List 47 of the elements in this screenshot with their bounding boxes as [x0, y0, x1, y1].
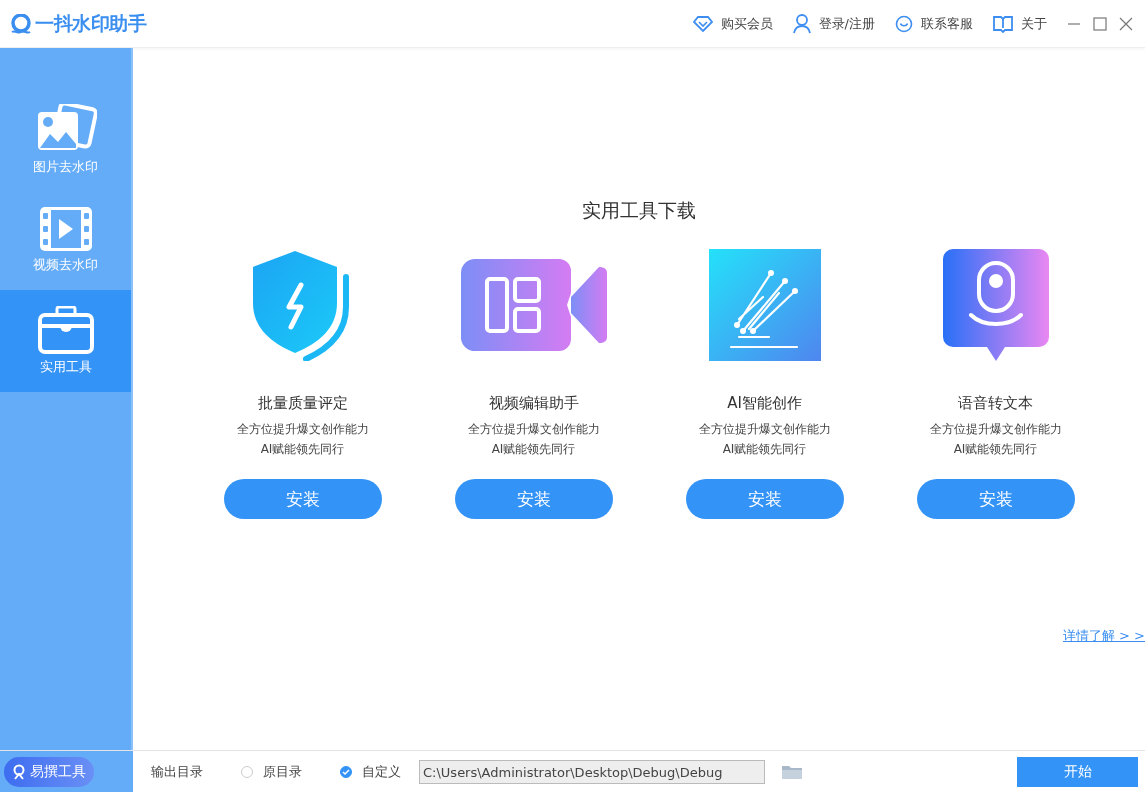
- tool-description: AI赋能领先同行: [260, 441, 345, 458]
- tool-description: 全方位提升爆文创作能力: [467, 421, 600, 438]
- voice-icon: [942, 249, 1049, 361]
- diamond-icon: [692, 14, 713, 33]
- circuit-pen-icon: [708, 249, 821, 361]
- tool-name: 视频编辑助手: [488, 394, 579, 413]
- install-button[interactable]: 安装: [454, 479, 613, 519]
- header-link[interactable]: 联系客服: [895, 14, 973, 33]
- tool-name: AI智能创作: [727, 394, 802, 413]
- header-link[interactable]: 登录/注册: [792, 13, 875, 34]
- tool-name: 语音转文本: [958, 394, 1033, 413]
- app-title: 一抖水印助手: [35, 10, 146, 36]
- film-icon: [38, 206, 93, 252]
- details-link[interactable]: 详情了解 > >: [1062, 627, 1145, 645]
- logo-icon: [10, 13, 32, 34]
- path-field[interactable]: C:\Users\Administrator\Desktop\Debug\Debug: [419, 760, 765, 784]
- radio-button[interactable]: [241, 766, 253, 778]
- sidebar-item[interactable]: 实用工具: [0, 290, 131, 392]
- maximize-icon[interactable]: [1093, 16, 1107, 31]
- tool-description: 全方位提升爆文创作能力: [698, 421, 831, 438]
- header-link[interactable]: 购买会员: [692, 14, 773, 33]
- tool-description: 全方位提升爆文创作能力: [236, 421, 369, 438]
- install-button[interactable]: 安装: [685, 479, 844, 519]
- tool-name: 批量质量评定: [257, 394, 348, 413]
- tool-description: AI赋能领先同行: [491, 441, 576, 458]
- close-icon[interactable]: [1119, 16, 1133, 31]
- radio-label: 原目录: [263, 763, 302, 781]
- promo-button[interactable]: 易撰工具: [4, 757, 94, 787]
- sidebar-item[interactable]: 图片去水印: [0, 90, 131, 190]
- radio-label: 自定义: [362, 763, 401, 781]
- folder-icon[interactable]: [781, 764, 803, 780]
- install-button[interactable]: 安装: [916, 479, 1075, 519]
- book-icon: [993, 14, 1013, 33]
- user-icon: [792, 13, 811, 34]
- output-dir-label: 输出目录: [151, 763, 203, 781]
- install-button[interactable]: 安装: [223, 479, 382, 519]
- section-title: 实用工具下载: [582, 198, 696, 223]
- header-link[interactable]: 关于: [993, 14, 1047, 33]
- chat-icon: [895, 14, 913, 33]
- start-button[interactable]: 开始: [1017, 757, 1138, 787]
- tool-description: AI赋能领先同行: [953, 441, 1038, 458]
- tool-description: AI赋能领先同行: [722, 441, 807, 458]
- sidebar-item[interactable]: 视频去水印: [0, 190, 131, 290]
- video-editor-icon: [458, 257, 609, 353]
- tool-description: 全方位提升爆文创作能力: [929, 421, 1062, 438]
- briefcase-icon: [37, 306, 94, 354]
- radio-button[interactable]: [340, 766, 352, 778]
